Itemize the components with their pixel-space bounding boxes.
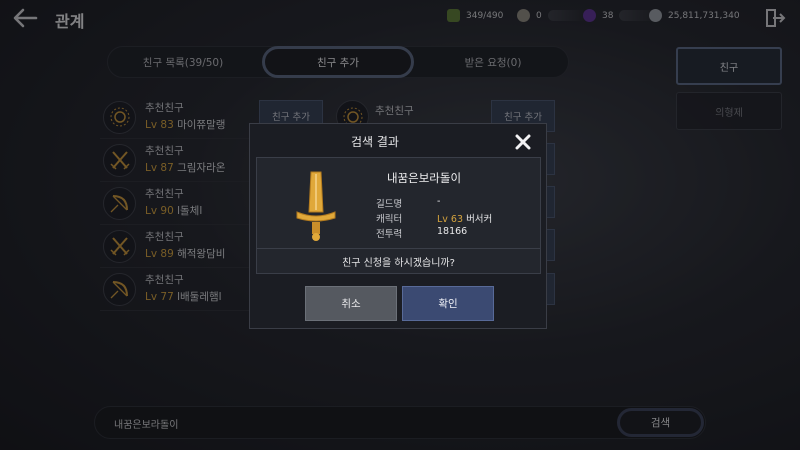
dialog-title: 검색 결과 xyxy=(351,135,399,149)
guild-label: 길드명 xyxy=(376,199,403,210)
divider xyxy=(256,248,541,249)
character-class: 버서커 xyxy=(466,214,493,225)
close-icon[interactable] xyxy=(515,134,531,150)
character-level: Lv 63 xyxy=(437,214,464,225)
power-value: 18166 xyxy=(437,226,468,237)
power-label: 전투력 xyxy=(376,229,403,240)
character-label: 캐릭터 xyxy=(376,214,403,225)
cancel-button[interactable]: 취소 xyxy=(305,286,397,321)
character-name: 내꿈은보라돌이 xyxy=(386,171,462,185)
sword-class-icon xyxy=(296,171,336,241)
confirm-button[interactable]: 확인 xyxy=(402,286,494,321)
character-value: Lv 63 버서커 xyxy=(437,211,492,225)
confirm-question: 친구 신청을 하시겠습니까? xyxy=(342,258,455,269)
guild-value: - xyxy=(437,196,441,207)
